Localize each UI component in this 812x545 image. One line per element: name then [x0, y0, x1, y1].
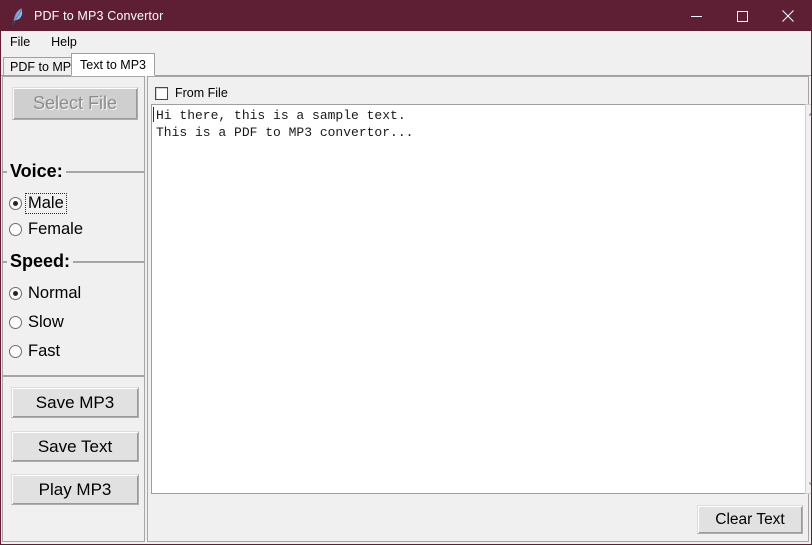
radio-voice-male[interactable]: Male [9, 191, 67, 215]
radio-unselected-icon [9, 344, 22, 358]
tab-page-text-to-mp3: Select File Voice: Male Female Speed: No… [1, 75, 811, 544]
window-bottom-strip [1, 542, 811, 544]
radio-voice-female[interactable]: Female [9, 217, 85, 241]
tab-pdf-to-mp3-label: PDF to MP3 [10, 60, 79, 74]
text-input[interactable]: Hi there, this is a sample text. This is… [152, 105, 805, 493]
radio-speed-normal[interactable]: Normal [9, 281, 83, 305]
text-caret [153, 107, 154, 122]
radio-speed-slow[interactable]: Slow [9, 310, 66, 334]
text-input-wrapper: Hi there, this is a sample text. This is… [151, 104, 805, 494]
action-buttons-frame: Save MP3 Save Text Play MP3 [2, 376, 145, 542]
from-file-label: From File [175, 86, 228, 100]
menu-item-file[interactable]: File [8, 33, 39, 51]
app-window: PDF to MP3 Convertor File Help PDF to MP… [0, 0, 812, 545]
select-file-button[interactable]: Select File [12, 87, 138, 120]
left-control-column: Select File Voice: Male Female Speed: No… [2, 76, 145, 542]
radio-speed-slow-label: Slow [28, 312, 64, 331]
radio-voice-male-label: Male [25, 192, 67, 214]
menu-item-help[interactable]: Help [49, 33, 86, 51]
checkbox-unchecked-icon[interactable] [155, 86, 168, 100]
clear-text-button-label: Clear Text [715, 510, 785, 528]
play-mp3-button[interactable]: Play MP3 [11, 474, 139, 505]
right-text-column: From File Hi there, this is a sample tex… [147, 76, 811, 542]
title-bar: PDF to MP3 Convertor [1, 1, 811, 31]
clear-text-button[interactable]: Clear Text [697, 505, 803, 534]
radio-speed-fast[interactable]: Fast [9, 339, 62, 363]
speed-group-title: Speed: [7, 251, 74, 271]
select-file-frame: Select File [2, 76, 145, 172]
feather-icon [5, 1, 31, 31]
radio-unselected-icon [9, 222, 22, 236]
window-title: PDF to MP3 Convertor [34, 9, 164, 23]
save-text-button-label: Save Text [37, 436, 113, 456]
select-file-button-label: Select File [32, 93, 118, 113]
speed-group: Speed: Normal Slow Fast [2, 251, 145, 376]
radio-speed-normal-label: Normal [28, 283, 82, 302]
radio-voice-female-label: Female [28, 219, 84, 238]
minimize-icon[interactable] [673, 1, 719, 31]
radio-selected-icon [9, 196, 22, 210]
play-mp3-button-label: Play MP3 [38, 479, 112, 499]
save-mp3-button-label: Save MP3 [35, 392, 115, 412]
radio-selected-icon [9, 286, 22, 300]
from-file-row[interactable]: From File [151, 83, 805, 103]
maximize-icon[interactable] [719, 1, 765, 31]
voice-group-title: Voice: [7, 161, 66, 181]
chevron-down-icon[interactable] [806, 477, 811, 493]
text-vertical-scrollbar[interactable] [805, 104, 811, 494]
radio-unselected-icon [9, 315, 22, 329]
radio-speed-fast-label: Fast [28, 341, 61, 360]
voice-group: Voice: Male Female [2, 161, 145, 262]
tab-strip: PDF to MP3 Text to MP3 [1, 53, 811, 76]
save-mp3-button[interactable]: Save MP3 [11, 387, 139, 418]
tab-text-to-mp3[interactable]: Text to MP3 [71, 53, 155, 76]
menu-bar: File Help [1, 31, 811, 53]
chevron-up-icon[interactable] [806, 105, 811, 121]
save-text-button[interactable]: Save Text [11, 431, 139, 462]
tab-text-to-mp3-label: Text to MP3 [80, 57, 146, 72]
close-icon[interactable] [765, 1, 811, 31]
